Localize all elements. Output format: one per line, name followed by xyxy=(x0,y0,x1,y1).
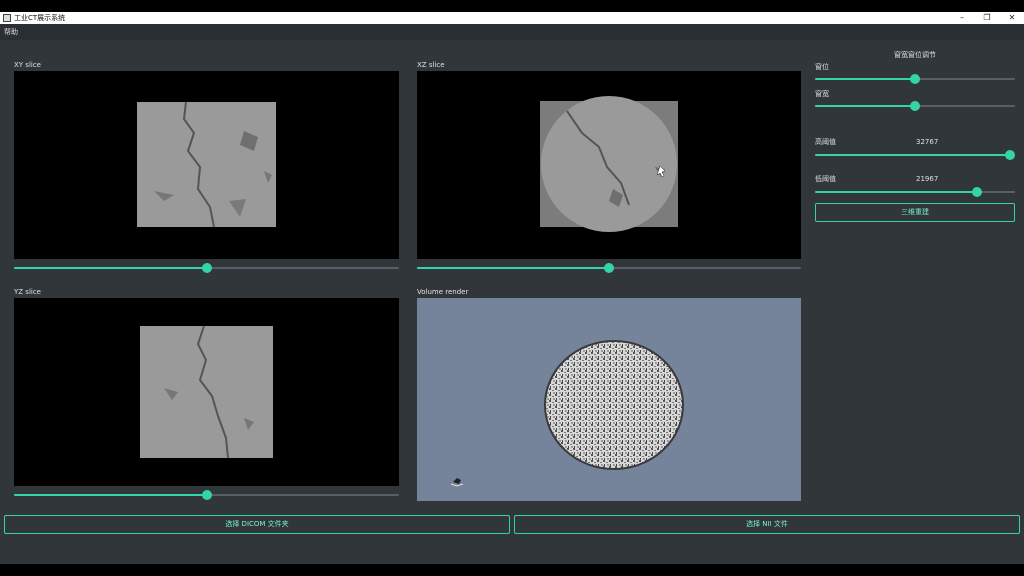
xz-slice-title: XZ slice xyxy=(417,61,445,69)
high-threshold-handle[interactable] xyxy=(1005,150,1015,160)
window-width-label: 窗宽 xyxy=(815,90,829,98)
volume-render-image xyxy=(450,340,684,487)
xy-slice-image xyxy=(137,101,276,228)
yz-slider-handle[interactable] xyxy=(201,490,212,500)
window-level-handle[interactable] xyxy=(910,74,920,84)
high-threshold-fill xyxy=(815,154,1010,156)
reconstruct-3d-button[interactable]: 三维重建 xyxy=(815,203,1015,222)
window-width-fill xyxy=(815,105,915,107)
low-threshold-slider[interactable] xyxy=(815,187,1015,197)
high-threshold-slider[interactable] xyxy=(815,150,1015,160)
xz-slice-image xyxy=(540,96,678,232)
minimize-button[interactable]: – xyxy=(950,12,974,24)
app-icon xyxy=(3,14,11,22)
letterbox-bottom xyxy=(0,564,1024,576)
yz-slider-fill xyxy=(14,494,207,496)
low-threshold-label: 低阈值 xyxy=(815,175,836,183)
menu-bar: 帮助 xyxy=(0,24,1024,40)
select-nii-file-button[interactable]: 选择 NII 文件 xyxy=(514,515,1020,534)
xy-slider-handle[interactable] xyxy=(201,263,212,273)
window-width-slider[interactable] xyxy=(815,101,1015,111)
xz-slider-handle[interactable] xyxy=(604,263,614,273)
letterbox-top xyxy=(0,0,1024,12)
xy-slice-title: XY slice xyxy=(14,61,41,69)
window-level-fill xyxy=(815,78,915,80)
xz-slice-view[interactable] xyxy=(417,71,801,259)
yz-slice-view[interactable] xyxy=(14,298,399,486)
select-dicom-folder-button[interactable]: 选择 DICOM 文件夹 xyxy=(4,515,510,534)
close-button[interactable]: ✕ xyxy=(1000,12,1024,24)
xy-slider-fill xyxy=(14,267,207,269)
yz-slice-title: YZ slice xyxy=(14,288,41,296)
low-threshold-fill xyxy=(815,191,977,193)
low-threshold-value: 21967 xyxy=(916,175,939,183)
high-threshold-label: 高阈值 xyxy=(815,138,836,146)
xz-slider-fill xyxy=(417,267,609,269)
app-window: 工业CT展示系统 – ❐ ✕ 帮助 XY slice XZ slice YZ s… xyxy=(0,12,1024,564)
volume-render-view[interactable] xyxy=(417,298,801,501)
volume-render-title: Volume render xyxy=(417,288,469,296)
xy-slice-view[interactable] xyxy=(14,71,399,259)
high-threshold-value: 32767 xyxy=(916,138,939,146)
xz-slice-slider[interactable] xyxy=(417,263,801,273)
yz-slice-image xyxy=(140,325,273,459)
xy-slice-slider[interactable] xyxy=(14,263,399,273)
menu-help[interactable]: 帮助 xyxy=(4,24,18,40)
yz-slice-slider[interactable] xyxy=(14,490,399,500)
window-level-label: 窗位 xyxy=(815,63,829,71)
window-width-handle[interactable] xyxy=(910,101,920,111)
title-bar: 工业CT展示系统 – ❐ ✕ xyxy=(0,12,1024,24)
window-adjust-title: 窗宽窗位调节 xyxy=(894,51,936,59)
window-level-slider[interactable] xyxy=(815,74,1015,84)
low-threshold-handle[interactable] xyxy=(972,187,982,197)
window-title: 工业CT展示系统 xyxy=(14,14,66,22)
maximize-button[interactable]: ❐ xyxy=(975,12,999,24)
